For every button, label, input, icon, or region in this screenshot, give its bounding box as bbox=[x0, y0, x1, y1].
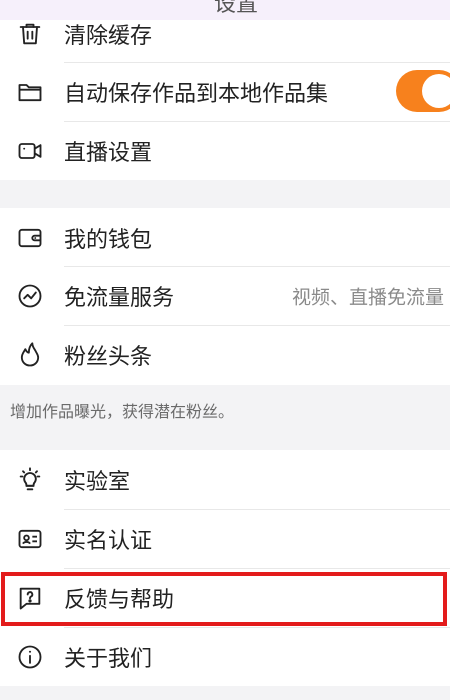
fan-headlines-label: 粉丝头条 bbox=[64, 345, 153, 370]
about-us-row[interactable]: 关于我们 bbox=[0, 627, 450, 687]
clear-cache-label: 清除缓存 bbox=[64, 24, 153, 49]
free-data-label: 免流量服务 bbox=[64, 286, 175, 311]
fan-headlines-description: 增加作品曝光，获得潜在粉丝。 bbox=[10, 402, 235, 421]
lightbulb-icon bbox=[16, 466, 44, 494]
real-name-auth-label: 实名认证 bbox=[64, 529, 153, 554]
video-camera-icon bbox=[16, 137, 44, 165]
id-card-icon bbox=[16, 525, 44, 553]
wallet-icon bbox=[16, 224, 44, 252]
fan-headlines-row[interactable]: 粉丝头条 bbox=[0, 325, 450, 385]
auto-save-toggle[interactable] bbox=[396, 70, 450, 112]
feedback-highlight-frame bbox=[1, 572, 447, 626]
auto-save-row[interactable]: 自动保存作品到本地作品集 bbox=[0, 62, 450, 122]
clear-cache-row[interactable]: 清除缓存 bbox=[0, 12, 450, 56]
lab-label: 实验室 bbox=[64, 470, 131, 495]
lab-row[interactable]: 实验室 bbox=[0, 450, 450, 510]
wallet-label: 我的钱包 bbox=[64, 228, 153, 253]
live-settings-row[interactable]: 直播设置 bbox=[0, 121, 450, 181]
settings-section-about: 实验室 实名认证 反馈与帮助 关于我们 bbox=[0, 450, 450, 686]
settings-section-services: 我的钱包 免流量服务 视频、直播免流量 粉丝头条 bbox=[0, 208, 450, 385]
free-data-value: 视频、直播免流量 bbox=[291, 286, 444, 309]
trend-circle-icon bbox=[16, 282, 44, 310]
folder-icon bbox=[16, 78, 44, 106]
auto-save-label: 自动保存作品到本地作品集 bbox=[64, 82, 329, 107]
real-name-auth-row[interactable]: 实名认证 bbox=[0, 509, 450, 569]
free-data-row[interactable]: 免流量服务 视频、直播免流量 bbox=[0, 266, 450, 326]
about-us-label: 关于我们 bbox=[64, 647, 153, 672]
live-settings-label: 直播设置 bbox=[64, 141, 153, 166]
wallet-row[interactable]: 我的钱包 bbox=[0, 208, 450, 268]
toggle-knob bbox=[422, 74, 450, 108]
info-icon bbox=[16, 643, 44, 671]
trash-icon bbox=[16, 20, 44, 48]
flame-icon bbox=[16, 341, 44, 369]
settings-section-storage: 清除缓存 自动保存作品到本地作品集 直播设置 bbox=[0, 20, 450, 180]
